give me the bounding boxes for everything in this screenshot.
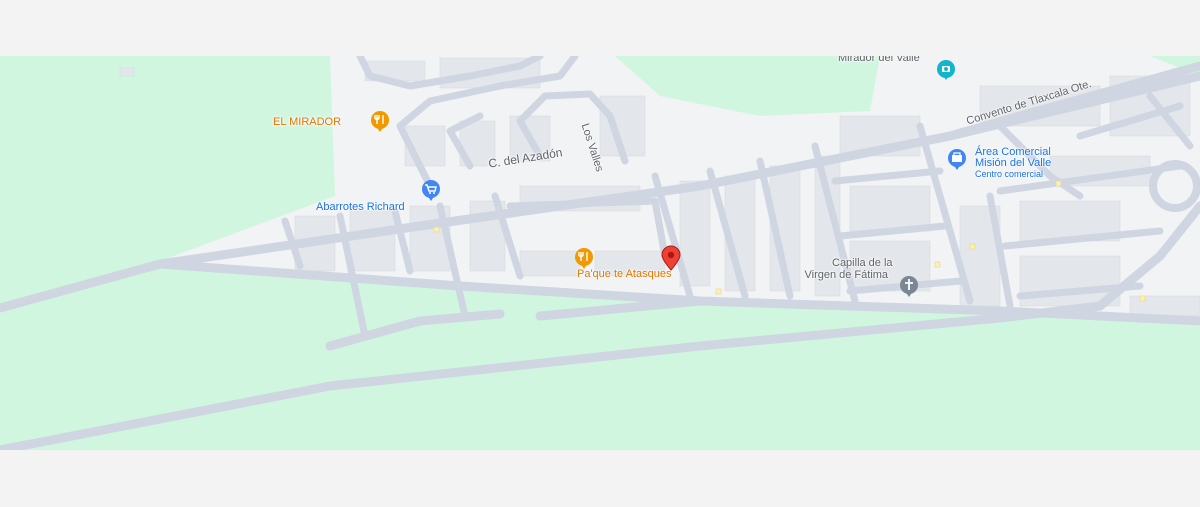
poi-label-area-comercial-line2: Misión del Valle (975, 157, 1052, 169)
viewpoint-icon[interactable] (935, 59, 957, 81)
map-base (0, 56, 1200, 450)
cross-icon[interactable] (898, 275, 920, 299)
park-area-north (615, 56, 880, 116)
map-canvas[interactable]: C. del Azadón Los Valles Convento de Tla… (0, 56, 1200, 450)
shopping-bag-icon[interactable] (946, 148, 968, 172)
poi-label-capilla-line2: Virgen de Fátima (804, 269, 889, 281)
poi-label-mirador-del-valle[interactable]: Mirador del Valle (838, 56, 920, 64)
fork-knife-icon[interactable] (369, 110, 391, 134)
poi-label-area-comercial[interactable]: Área Comercial Misión del Valle Centro c… (975, 147, 1051, 180)
poi-label-el-mirador[interactable]: EL MIRADOR (273, 116, 341, 128)
poi-label-abarrotes-richard[interactable]: Abarrotes Richard (316, 201, 405, 213)
location-pin-icon[interactable] (659, 245, 683, 271)
poi-label-paque-te-atasques[interactable]: Pa'que te Atasques (577, 268, 671, 280)
poi-label-capilla-line1: Capilla de la (832, 257, 893, 269)
poi-label-area-comercial-sub: Centro comercial (975, 169, 1044, 179)
poi-label-capilla[interactable]: Capilla de la Virgen de Fátima (800, 257, 893, 281)
shopping-cart-icon[interactable] (420, 179, 442, 203)
